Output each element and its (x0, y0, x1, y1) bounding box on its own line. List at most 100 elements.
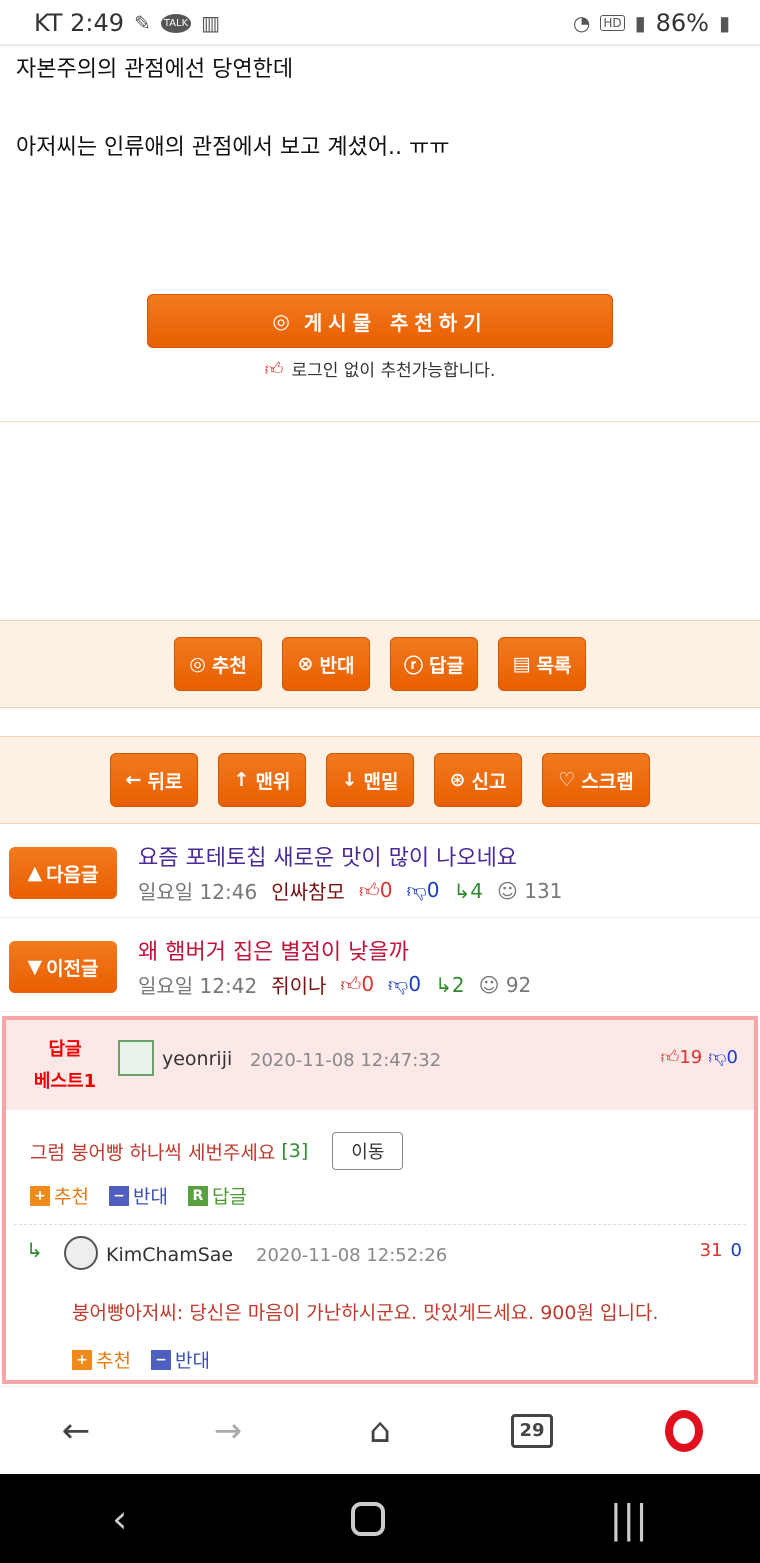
avatar (118, 1040, 154, 1076)
prev-post-row[interactable]: ▼ 이전글 왜 햄버거 집은 별점이 낮을까 일요일 12:42 쥐이나 👍︎0 … (0, 918, 760, 1012)
comment-date: 2020-11-08 12:47:32 (250, 1050, 442, 1071)
comment-reply-button[interactable]: R 답글 (187, 1182, 247, 1209)
reply-date: 2020-11-08 12:52:26 (256, 1245, 448, 1266)
nav-action-bar: ← 뒤로 ↑ 맨위 ↓ 맨밑 ⊛ 신고 ♡ 스크랩 (0, 736, 760, 824)
view-count: 131 (524, 878, 563, 903)
heart-icon: ♡ (558, 769, 576, 791)
thumbs-up-icon: 👍︎ (264, 358, 284, 380)
comment-user[interactable]: yeonriji (162, 1048, 232, 1070)
reply-downvote-button[interactable]: − 반대 (150, 1346, 210, 1373)
comment-text: 그럼 붕어빵 하나씩 세번주세요 (30, 1141, 276, 1164)
reply-user[interactable]: KimChamSae (106, 1244, 233, 1266)
reply-upvote-button[interactable]: + 추천 (72, 1346, 131, 1373)
reply-label: 답글 (429, 654, 464, 677)
comment-reply-count: [3] (281, 1140, 309, 1162)
bottom-button[interactable]: ↓ 맨밑 (326, 753, 414, 807)
post-action-bar: ◎ 추천 ⊗ 반대 ⓡ 답글 ▤ 목록 (0, 620, 760, 708)
system-nav-bar: ‹ ||| (0, 1474, 760, 1563)
thumbs-up-icon: 👍︎ (340, 972, 362, 996)
reply-count: 4 (470, 878, 483, 903)
post-author: 인싸참모 (271, 880, 345, 904)
minus-icon: − (108, 1185, 129, 1206)
reply-arrow-icon: ↳ (435, 972, 452, 997)
chart-search-icon: ▥ (201, 11, 221, 35)
recommend-section: ◎ 게시물 추천하기 👍︎ 로그인 없이 추천가능합니다. (0, 294, 760, 381)
comment-downvote-button[interactable]: − 반대 (108, 1182, 168, 1209)
reply-r-icon: R (187, 1185, 208, 1206)
comment-downvotes: 0 (726, 1047, 738, 1068)
recommend-note: 👍︎ 로그인 없이 추천가능합니다. (0, 356, 760, 382)
list-icon: ▤ (512, 653, 531, 675)
reply-arrow-icon: ↳ (26, 1238, 43, 1262)
talk-icon: TALK (160, 13, 192, 33)
upvote-label: 추천 (211, 654, 247, 677)
arrow-left-icon: ← (125, 769, 142, 791)
tabs-button[interactable]: 29 (502, 1401, 562, 1461)
report-label: 신고 (471, 770, 507, 793)
bottom-label: 맨밑 (363, 770, 399, 793)
reply-actions: + 추천 − 반대 (72, 1346, 210, 1373)
battery-icon: ▮ (718, 11, 730, 35)
comment-body: 그럼 붕어빵 하나씩 세번주세요 [3] 이동 (30, 1132, 404, 1170)
browser-toolbar: ← → ⌂ 29 (0, 1386, 760, 1474)
downvote-count: 0 (426, 878, 440, 902)
thumbs-down-icon: 👎︎ (708, 1047, 727, 1068)
system-recents-icon[interactable]: ||| (610, 1497, 648, 1541)
thumbs-down-icon: 👎︎ (388, 972, 409, 996)
downvote-label: 반대 (319, 654, 355, 677)
top-button[interactable]: ↑ 맨위 (218, 753, 306, 807)
list-button[interactable]: ▤ 목록 (498, 637, 586, 691)
upvote-count: 0 (361, 972, 375, 996)
forward-arrow-icon[interactable]: → (198, 1401, 258, 1461)
top-label: 맨위 (255, 770, 291, 793)
carrier-time: KT 2:49 (34, 9, 125, 37)
thumbs-up-icon: 👍︎ (660, 1047, 680, 1068)
comment-upvote-button[interactable]: + 추천 (30, 1182, 89, 1209)
upvote-label: 추천 (54, 1186, 89, 1208)
recommend-post-button[interactable]: ◎ 게시물 추천하기 (147, 294, 613, 348)
upvote-count: 0 (379, 878, 393, 902)
reply-votes: 31 0 (700, 1240, 742, 1261)
home-icon[interactable]: ⌂ (350, 1401, 410, 1461)
triangle-down-icon: ▼ (27, 956, 43, 978)
prev-post-title[interactable]: 왜 햄버거 집은 별점이 낮을까 (138, 934, 409, 966)
recommend-note-text: 로그인 없이 추천가능합니다. (291, 361, 496, 381)
back-arrow-icon[interactable]: ← (46, 1401, 106, 1461)
report-button[interactable]: ⊛ 신고 (434, 753, 522, 807)
arrow-down-icon: ↓ (341, 769, 358, 791)
post-time: 일요일 12:42 (138, 974, 258, 998)
scrap-label: 스크랩 (581, 770, 634, 793)
upvote-button[interactable]: ◎ 추천 (174, 637, 262, 691)
signal-icon: ▮ (634, 11, 646, 35)
reply-upvotes: 31 (699, 1240, 723, 1261)
system-home-icon[interactable] (351, 1501, 386, 1536)
downvote-button[interactable]: ⊗ 반대 (282, 637, 370, 691)
reply-button[interactable]: ⓡ 답글 (390, 637, 478, 691)
best-comment-header: 답글 베스트1 yeonriji 2020-11-08 12:47:32 👍︎1… (6, 1020, 754, 1110)
downvote-label: 반대 (132, 1186, 168, 1208)
views-icon: ☺ (497, 878, 518, 903)
system-back-icon[interactable]: ‹ (112, 1497, 127, 1541)
best-reply-label: 답글 베스트1 (20, 1034, 110, 1098)
best-comment-box: 답글 베스트1 yeonriji 2020-11-08 12:47:32 👍︎1… (2, 1016, 758, 1384)
hd-icon: HD (600, 15, 625, 31)
post-author: 쥐이나 (271, 974, 327, 998)
best-label-line: 답글 (48, 1039, 82, 1060)
comment-divider (14, 1224, 746, 1225)
back-button[interactable]: ← 뒤로 (110, 753, 198, 807)
move-button[interactable]: 이동 (332, 1132, 404, 1170)
status-bar-shadow (0, 44, 760, 48)
pill-icon: ✎ (134, 11, 151, 35)
next-post-title[interactable]: 요즘 포테토칩 새로운 맛이 많이 나오네요 (138, 840, 517, 872)
triangle-up-icon: ▲ (27, 862, 43, 884)
scrap-button[interactable]: ♡ 스크랩 (542, 753, 650, 807)
next-post-row[interactable]: ▲ 다음글 요즘 포테토칩 새로운 맛이 많이 나오네요 일요일 12:46 인싸… (0, 824, 760, 918)
prev-post-tag: ▼ 이전글 (9, 941, 117, 993)
opera-menu-button[interactable] (654, 1401, 714, 1461)
plus-icon: + (72, 1349, 92, 1370)
view-count: 92 (505, 972, 532, 997)
next-post-meta: 일요일 12:46 인싸참모 👍︎0 👎︎0 ↳4 ☺ 131 (138, 876, 562, 905)
article-line: 아저씨는 인류애의 관점에서 보고 계셨어.. ㅠㅠ (16, 135, 450, 160)
best-label-line: 베스트1 (33, 1071, 97, 1092)
target-icon: ◎ (189, 653, 206, 675)
